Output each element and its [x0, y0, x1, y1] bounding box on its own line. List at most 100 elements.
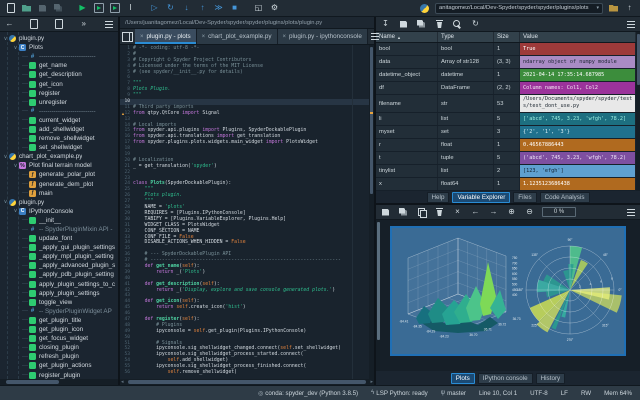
panel-tab[interactable]: IPython console — [478, 373, 533, 384]
editor-tab[interactable]: ×chart_plot_example.py — [197, 29, 278, 44]
panel-tab[interactable]: History — [536, 373, 566, 384]
save-data-as-icon[interactable] — [416, 19, 427, 30]
conda-environment[interactable]: ◎conda: spyder_dev (Python 3.8.5) — [258, 390, 358, 397]
editor-vertical-scrollbar[interactable] — [369, 45, 374, 379]
table-vertical-scrollbar[interactable] — [636, 32, 640, 191]
variable-row[interactable]: filenamestr53/Users/Documents/spyder/spy… — [376, 95, 636, 113]
options-menu-icon[interactable] — [103, 19, 114, 30]
variable-row[interactable]: boolbool1True — [376, 43, 636, 56]
open-file-icon[interactable] — [21, 3, 32, 14]
browse-directory-button[interactable] — [608, 3, 619, 14]
step-into-icon[interactable]: ↓ — [181, 3, 192, 14]
cursor-position[interactable]: Line 10, Col 1 — [479, 390, 517, 397]
editor-tab[interactable]: ×plugin.py - plots — [135, 29, 197, 44]
outline-horizontal-scrollbar[interactable] — [0, 379, 118, 385]
previous-plot-icon[interactable]: ← — [470, 207, 481, 218]
copy-plot-icon[interactable] — [416, 207, 427, 218]
permissions[interactable]: RW — [581, 390, 591, 397]
variable-value-cell[interactable]: ('abcd', 745, 3.23, 'wfgh', 78.2) — [520, 152, 636, 164]
remove-all-plots-icon[interactable]: × — [452, 207, 463, 218]
panel-tab[interactable]: Help — [427, 192, 450, 203]
scrollbar-thumb[interactable] — [128, 380, 366, 384]
save-data-icon[interactable] — [398, 19, 409, 30]
variable-row[interactable]: datetime_objectdatetime12021-04-14 17:35… — [376, 69, 636, 82]
save-all-icon[interactable] — [53, 3, 64, 14]
memory-usage[interactable]: Mem 64% — [604, 390, 632, 397]
editor-horizontal-scrollbar[interactable]: ◂ ▸ — [120, 379, 374, 385]
scrollbar-thumb[interactable] — [377, 222, 380, 340]
variable-value-cell[interactable]: True — [520, 43, 636, 55]
variable-value-cell[interactable]: 1.1235123686438 — [520, 178, 636, 190]
variable-row[interactable]: lilist5['abcd', 745, 3.23, 'wfgh', 78.2] — [376, 113, 636, 126]
run-icon[interactable]: ▶ — [77, 3, 88, 14]
save-all-plots-icon[interactable] — [398, 207, 409, 218]
panel-tab[interactable]: Variable Explorer — [452, 192, 510, 203]
scrollbar-thumb[interactable] — [370, 47, 373, 194]
run-cell-icon[interactable] — [93, 3, 104, 14]
code-area[interactable]: 1# -*- coding: utf-8 -*-2#3# Copyright ©… — [120, 45, 374, 379]
go-to-cursor-icon[interactable]: ← — [4, 19, 15, 30]
code-line[interactable]: 56 self.remove_shellwidget) — [120, 370, 369, 376]
variable-value-cell[interactable]: ndarray object of numpy module — [520, 56, 636, 68]
plot-figure[interactable]: -84.41-84.35-84.29-84.2336.7036.7136.723… — [390, 226, 626, 356]
wrench-icon[interactable]: ⚙ — [269, 3, 280, 14]
expand-all-icon[interactable] — [54, 19, 65, 30]
variable-value-cell[interactable]: {'2', '1', '3'} — [520, 126, 636, 138]
variable-value-cell[interactable]: /Users/Documents/spyder/spyder/tests/tes… — [520, 95, 636, 112]
remove-plot-icon[interactable] — [434, 207, 445, 218]
thumbnails-scrollbar[interactable] — [376, 220, 380, 371]
variable-row[interactable]: rfloat10.46567886443 — [376, 139, 636, 152]
scrollbar-thumb[interactable] — [6, 380, 59, 384]
editor-tab[interactable]: ×plugin.py - ipythonconsole — [278, 29, 368, 44]
step-over-icon[interactable]: ↻ — [165, 3, 176, 14]
line-ending[interactable]: LF — [561, 390, 568, 397]
variable-row[interactable]: tinylistlist2[123, 'efgh'] — [376, 165, 636, 178]
column-header-size[interactable]: Size — [494, 32, 520, 42]
variable-value-cell[interactable]: [123, 'efgh'] — [520, 165, 636, 177]
variable-row[interactable]: xfloat6411.1235123686438 — [376, 178, 636, 191]
maximize-pane-icon[interactable]: ◱ — [253, 3, 264, 14]
column-header-type[interactable]: Type — [438, 32, 494, 42]
panel-tab[interactable]: Plots — [451, 373, 475, 384]
variable-value-cell[interactable]: ['abcd', 745, 3.23, 'wfgh', 78.2] — [520, 113, 636, 125]
save-plot-icon[interactable] — [380, 207, 391, 218]
scroll-left-arrow[interactable]: ◂ — [121, 379, 124, 385]
new-file-icon[interactable] — [5, 3, 16, 14]
collapse-all-icon[interactable] — [29, 19, 40, 30]
run-selection-icon[interactable]: I — [125, 3, 136, 14]
close-tab-icon[interactable]: × — [202, 34, 206, 40]
debug-icon[interactable]: ▷ — [149, 3, 160, 14]
browse-tabs-icon[interactable] — [122, 31, 133, 42]
zoom-level[interactable]: 0 % — [542, 207, 576, 217]
variable-row[interactable]: ttuple5('abcd', 745, 3.23, 'wfgh', 78.2) — [376, 152, 636, 165]
panel-tab[interactable]: Code Analysis — [540, 192, 590, 203]
step-out-icon[interactable]: ↑ — [197, 3, 208, 14]
editor-options-menu-icon[interactable] — [370, 31, 381, 42]
variable-row[interactable]: dfDataFrame(2, 2)Column names: Col1, Col… — [376, 82, 636, 95]
refresh-icon[interactable]: ↻ — [470, 19, 481, 30]
continue-icon[interactable]: ≫ — [213, 3, 224, 14]
git-branch[interactable]: ψmaster — [441, 390, 466, 397]
close-tab-icon[interactable]: × — [140, 34, 144, 40]
column-header-name[interactable]: Name▲ — [376, 32, 438, 42]
zoom-out-icon[interactable]: ⊖ — [524, 207, 535, 218]
variable-row[interactable]: dataArray of str128(3, 3)ndarray object … — [376, 56, 636, 69]
variable-value-cell[interactable]: 0.46567886443 — [520, 139, 636, 151]
import-data-icon[interactable]: ↧ — [380, 19, 391, 30]
options-menu-icon[interactable] — [625, 207, 636, 218]
zoom-in-icon[interactable]: ⊕ — [506, 207, 517, 218]
variable-row[interactable]: mysetset3{'2', '1', '3'} — [376, 126, 636, 139]
search-icon[interactable] — [452, 19, 463, 30]
variable-value-cell[interactable]: 2021-04-14 17:35:14.687985 — [520, 69, 636, 81]
save-icon[interactable] — [37, 3, 48, 14]
stop-icon[interactable]: ■ — [229, 3, 240, 14]
scroll-right-arrow[interactable]: ▸ — [370, 379, 373, 385]
parent-directory-button[interactable]: ↑ — [624, 3, 635, 14]
encoding[interactable]: UTF-8 — [530, 390, 548, 397]
scrollbar-thumb[interactable] — [637, 34, 640, 85]
remove-variable-icon[interactable] — [434, 19, 445, 30]
variable-value-cell[interactable]: Column names: Col1, Col2 — [520, 82, 636, 94]
close-tab-icon[interactable]: × — [283, 34, 287, 40]
panel-tab[interactable]: Files — [513, 192, 536, 203]
next-plot-icon[interactable]: → — [488, 207, 499, 218]
